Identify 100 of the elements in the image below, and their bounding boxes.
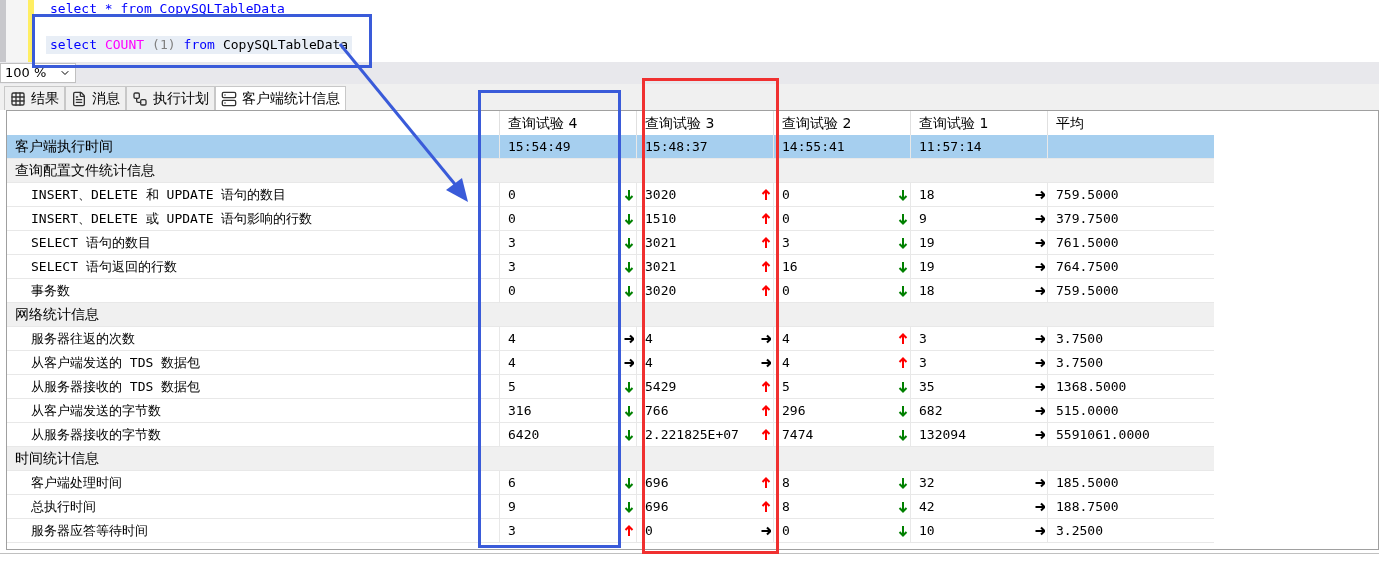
table-cell-text: 759.5000 <box>1056 281 1119 300</box>
table-row[interactable]: INSERT、DELETE 和 UPDATE 语句的数目 0 3020 0 18 759.5000 <box>7 183 1214 207</box>
tab[interactable]: 结果 <box>4 86 65 110</box>
table-cell-text: 764.7500 <box>1056 257 1119 276</box>
tab[interactable]: 客户端统计信息 <box>215 86 346 110</box>
row-label: 从客户端发送的字节数 <box>30 401 162 420</box>
table-row[interactable]: 从客户端发送的 TDS 数据包 4 4 4 3 3.7500 <box>7 351 1214 375</box>
table-row[interactable]: SELECT 语句返回的行数 3 3021 16 19 764.7500 <box>7 255 1214 279</box>
table-cell-text: 3 <box>508 257 516 276</box>
table-cell-text: 0 <box>508 185 516 204</box>
table-cell-text: 19 <box>919 233 935 252</box>
row-label: 服务器往返的次数 <box>30 329 136 348</box>
table-cell-text: 42 <box>919 497 935 516</box>
table-cell-text: 4 <box>508 353 516 372</box>
row-label: 从服务器接收的 TDS 数据包 <box>30 377 202 396</box>
table-cell-text: 759.5000 <box>1056 185 1119 204</box>
table-cell-text: 682 <box>919 401 943 420</box>
table-cell-text: 5 <box>782 377 790 396</box>
table-cell-text: 296 <box>782 401 806 420</box>
row-label: INSERT、DELETE 和 UPDATE 语句的数目 <box>30 185 288 204</box>
table-cell-text: 5 <box>508 377 516 396</box>
table-cell-text: 8 <box>782 497 790 516</box>
row-label: 事务数 <box>30 281 71 300</box>
table-cell-text: 3 <box>919 353 927 372</box>
table-cell-text: 0 <box>782 521 790 540</box>
table-cell-text: 2.221825E+07 <box>645 425 739 444</box>
table-cell-text: 132094 <box>919 425 966 444</box>
table-cell-text: 5429 <box>645 377 677 396</box>
table-cell-text: 0 <box>508 281 516 300</box>
table-cell-text: 4 <box>782 353 790 372</box>
table-cell-text: 32 <box>919 473 935 492</box>
table-cell-text: 16 <box>782 257 798 276</box>
code-line: select * from CopySQLTableData <box>49 0 286 18</box>
table-cell-text: 4 <box>645 353 653 372</box>
table-cell-text: 0 <box>782 209 790 228</box>
flowchart-icon <box>132 90 148 107</box>
table-cell-text: 3 <box>919 329 927 348</box>
table-row[interactable]: 客户端执行时间 15:54:49 15:48:37 14:55:41 11:57:14 <box>7 135 1214 159</box>
row-label: 总执行时间 <box>30 497 97 516</box>
row-label: SELECT 语句的数目 <box>30 233 152 252</box>
table-cell-text: 3.7500 <box>1056 353 1103 372</box>
tab[interactable]: 执行计划 <box>126 86 215 110</box>
table-cell-text: 15:54:49 <box>508 137 571 156</box>
document-icon <box>71 90 87 107</box>
table-cell-text: 0 <box>782 281 790 300</box>
table-row[interactable]: 客户端处理时间 6 696 8 32 185.5000 <box>7 471 1214 495</box>
table-cell-text: 188.7500 <box>1056 497 1119 516</box>
table-cell-text: 14:55:41 <box>782 137 845 156</box>
row-label: INSERT、DELETE 或 UPDATE 语句影响的行数 <box>30 209 314 228</box>
table-row[interactable]: 查询配置文件统计信息 <box>7 159 1214 183</box>
table-row[interactable]: 从客户端发送的字节数 316 766 296 682 515.0000 <box>7 399 1214 423</box>
tab[interactable]: 消息 <box>65 86 126 110</box>
row-label: SELECT 语句返回的行数 <box>30 257 178 276</box>
change-margin <box>28 0 34 62</box>
table-cell-text: 3 <box>782 233 790 252</box>
table-cell-text: 185.5000 <box>1056 473 1119 492</box>
grid-icon <box>10 90 26 107</box>
table-row[interactable]: 从服务器接收的 TDS 数据包 5 5429 5 35 1368.5000 <box>7 375 1214 399</box>
table-row[interactable]: 服务器往返的次数 4 4 4 3 3.7500 <box>7 327 1214 351</box>
table-cell-text: 3 <box>508 521 516 540</box>
table-cell-text: 0 <box>645 521 653 540</box>
table-cell-text: 10 <box>919 521 935 540</box>
table-cell-text: 19 <box>919 257 935 276</box>
table-cell-text: 9 <box>919 209 927 228</box>
table-cell-text: 4 <box>645 329 653 348</box>
table-cell-text: 3.2500 <box>1056 521 1103 540</box>
table-cell-text: 6420 <box>508 425 540 444</box>
section-label: 时间统计信息 <box>14 449 100 468</box>
table-cell-text: 766 <box>645 401 669 420</box>
table-cell-text: 18 <box>919 185 935 204</box>
table-row[interactable]: 服务器应答等待时间 3 0 0 10 3.2500 <box>7 519 1214 543</box>
section-label: 网络统计信息 <box>14 305 100 324</box>
table-row[interactable]: 从服务器接收的字节数 6420 2.221825E+07 7474 132094 5591061.0000 <box>7 423 1214 447</box>
table-cell-text: 3020 <box>645 185 677 204</box>
table-row[interactable]: 总执行时间 9 696 8 42 188.7500 <box>7 495 1214 519</box>
zoom-value: 100 % <box>5 64 47 83</box>
table-cell-text: 696 <box>645 473 669 492</box>
table-row[interactable]: SELECT 语句的数目 3 3021 3 19 761.5000 <box>7 231 1214 255</box>
editor-gutter <box>6 0 28 62</box>
table-cell-text: 0 <box>782 185 790 204</box>
table-cell-text: 1368.5000 <box>1056 377 1127 396</box>
table-row[interactable]: 事务数 0 3020 0 18 759.5000 <box>7 279 1214 303</box>
table-cell-text: 7474 <box>782 425 814 444</box>
table-cell-text: 515.0000 <box>1056 401 1119 420</box>
table-cell-text: 4 <box>508 329 516 348</box>
table-cell-text: 3021 <box>645 233 677 252</box>
table-cell-text: 6 <box>508 473 516 492</box>
table-cell-text: 35 <box>919 377 935 396</box>
table-row[interactable]: 网络统计信息 <box>7 303 1214 327</box>
row-label: 从客户端发送的 TDS 数据包 <box>30 353 202 372</box>
table-row[interactable]: INSERT、DELETE 或 UPDATE 语句影响的行数 0 1510 0 9 379.7500 <box>7 207 1214 231</box>
table-cell-text: 761.5000 <box>1056 233 1119 252</box>
table-cell-text: 15:48:37 <box>645 137 708 156</box>
table-cell-text: 3020 <box>645 281 677 300</box>
table-row[interactable]: 时间统计信息 <box>7 447 1214 471</box>
table-cell-text: 4 <box>782 329 790 348</box>
table-cell-text: 696 <box>645 497 669 516</box>
row-label: 服务器应答等待时间 <box>30 521 149 540</box>
table-cell-text: 18 <box>919 281 935 300</box>
section-label: 查询配置文件统计信息 <box>14 161 156 180</box>
